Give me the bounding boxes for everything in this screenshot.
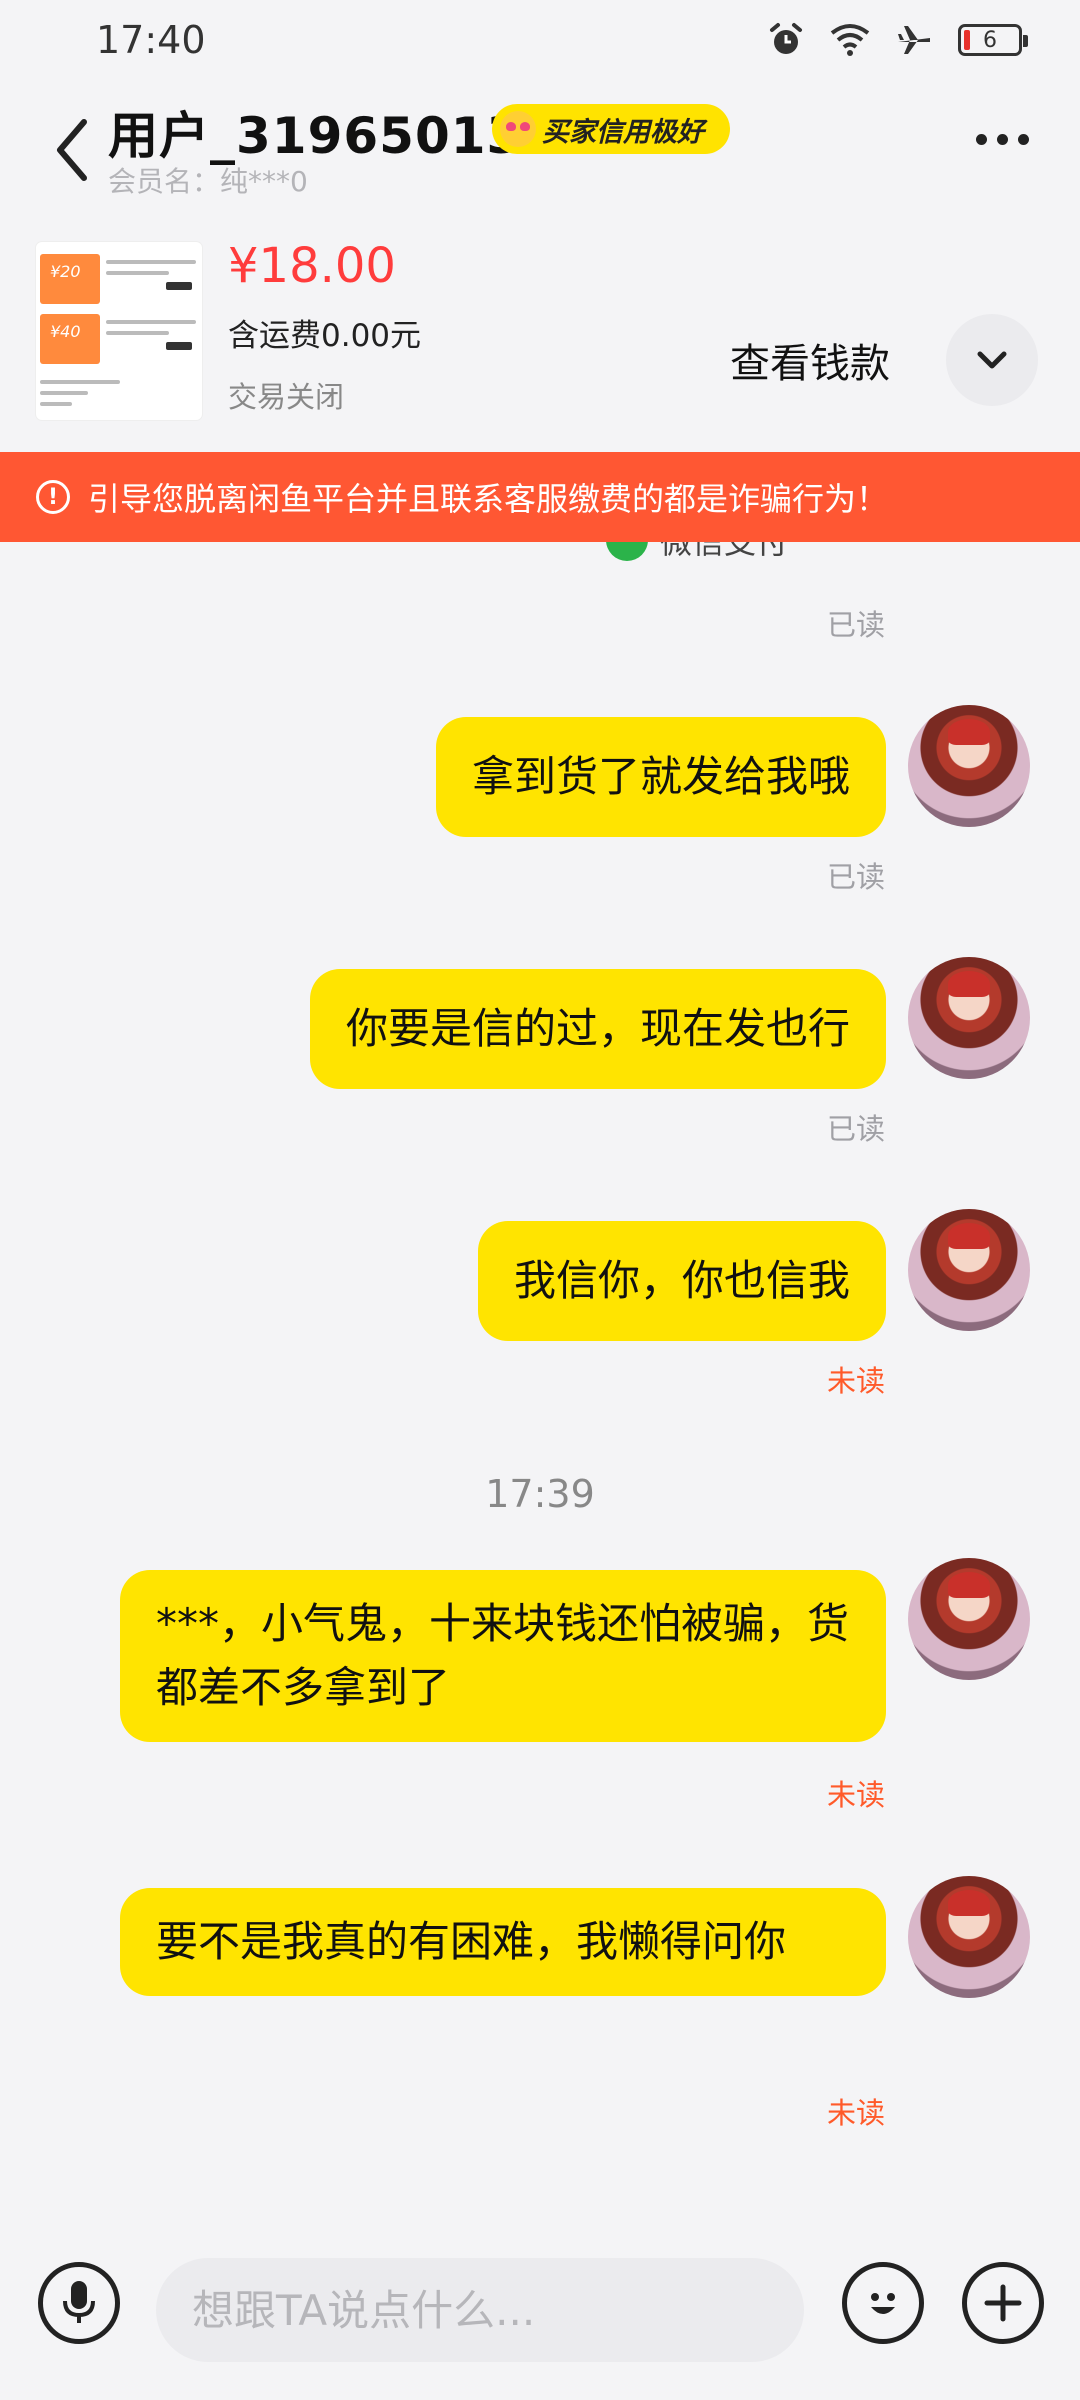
wechat-pay-text: 微信支付 <box>660 542 789 561</box>
exclamation-icon: ! <box>36 480 70 514</box>
read-status: 已读 <box>826 1112 885 1146</box>
wechat-pay-message-peek: 微信支付 <box>606 542 789 561</box>
airplane-icon <box>898 26 930 54</box>
thumb-row: ¥40 <box>40 314 196 364</box>
message-text: ***，小气鬼，十来块钱还怕被骗，货都差不多拿到了 <box>156 1599 850 1712</box>
member-name: 会员名：纯***0 <box>108 165 308 198</box>
thumb-coupon: ¥20 <box>40 254 100 304</box>
message-input[interactable] <box>156 2258 804 2362</box>
battery-icon: 6 <box>958 24 1028 56</box>
product-price: ¥18.00 <box>228 238 396 294</box>
message-bubble[interactable]: 我信你，你也信我 <box>477 1221 886 1341</box>
microphone-icon <box>63 2281 95 2323</box>
chat-timestamp: 17:39 <box>485 1472 595 1516</box>
my-avatar[interactable] <box>908 705 1030 827</box>
chat-partner-name[interactable]: 用户_31965013 <box>108 96 522 168</box>
chat-header: 用户_31965013 买家信用极好 会员名：纯***0 <box>0 80 1080 210</box>
message-bubble[interactable]: 拿到货了就发给我哦 <box>435 717 886 837</box>
chevron-left-icon <box>57 119 87 181</box>
credit-badge[interactable]: 买家信用极好 <box>492 104 730 154</box>
emoji-button[interactable] <box>842 2262 924 2344</box>
more-actions-button[interactable] <box>962 2262 1044 2344</box>
my-avatar[interactable] <box>908 1558 1030 1680</box>
thumb-coupon: ¥40 <box>40 314 100 364</box>
read-status: 已读 <box>826 608 885 642</box>
fraud-warning-banner: ! 引导您脱离闲鱼平台并且联系客服缴费的都是诈骗行为！ <box>0 452 1080 542</box>
alarm-icon <box>770 23 802 54</box>
message-text: 我信你，你也信我 <box>513 1256 850 1305</box>
more-dot-icon <box>1017 133 1029 145</box>
wechat-pay-icon <box>606 542 648 561</box>
my-avatar[interactable] <box>908 957 1030 1079</box>
chat-messages[interactable]: 微信支付 已读 拿到货了就发给我哦 已读 你要是信的过，现在发也行 已读 我信你… <box>0 542 1080 2232</box>
battery-level: 6 <box>983 27 997 53</box>
message-text: 你要是信的过，现在发也行 <box>345 1004 850 1053</box>
plus-icon <box>984 2284 1022 2322</box>
message-text: 要不是我真的有困难，我懒得问你 <box>156 1917 787 1966</box>
unread-status: 未读 <box>826 2096 885 2130</box>
message-text: 拿到货了就发给我哦 <box>471 752 850 801</box>
expand-button[interactable] <box>946 314 1038 406</box>
message-input-bar <box>0 2232 1080 2400</box>
message-bubble[interactable]: 你要是信的过，现在发也行 <box>309 969 886 1089</box>
fraud-warning-text: 引导您脱离闲鱼平台并且联系客服缴费的都是诈骗行为！ <box>88 480 889 518</box>
read-status: 已读 <box>826 860 885 894</box>
status-time: 17:40 <box>96 18 206 62</box>
trade-status: 交易关闭 <box>228 380 345 414</box>
unread-status: 未读 <box>826 1778 885 1812</box>
thumb-row <box>40 374 196 420</box>
product-card[interactable]: ¥20 ¥40 ¥18.00 含运费0.00元 交易关闭 查看钱款 <box>0 232 1080 452</box>
unread-status: 未读 <box>826 1364 885 1398</box>
more-dot-icon <box>996 133 1008 145</box>
shipping-fee: 含运费0.00元 <box>228 318 422 354</box>
status-bar: 17:40 6 <box>0 0 1080 80</box>
status-icons: 6 <box>768 22 1028 58</box>
message-bubble[interactable]: ***，小气鬼，十来块钱还怕被骗，货都差不多拿到了 <box>120 1570 886 1742</box>
thumb-row: ¥20 <box>40 254 196 304</box>
heart-eyes-emoji-icon <box>500 111 536 147</box>
view-money-button[interactable]: 查看钱款 <box>700 312 920 408</box>
smiley-icon <box>871 2293 895 2314</box>
back-button[interactable] <box>44 108 104 188</box>
more-dot-icon <box>975 133 987 145</box>
voice-input-button[interactable] <box>38 2262 120 2344</box>
chevron-down-icon <box>977 351 1007 369</box>
my-avatar[interactable] <box>908 1876 1030 1998</box>
message-bubble[interactable]: 要不是我真的有困难，我懒得问你 <box>120 1888 886 1996</box>
wifi-icon <box>830 24 870 56</box>
more-options-button[interactable] <box>962 114 1042 164</box>
my-avatar[interactable] <box>908 1209 1030 1331</box>
product-thumbnail[interactable]: ¥20 ¥40 <box>36 242 202 420</box>
credit-badge-label: 买家信用极好 <box>542 116 704 148</box>
